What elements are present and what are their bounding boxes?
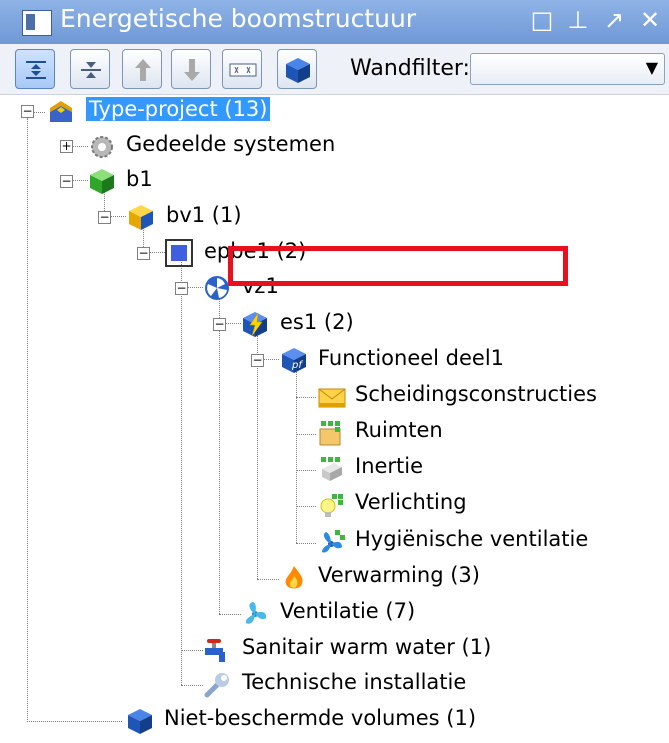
lightbulb-icon [320,494,343,517]
tree-item-bv1[interactable]: − bv1 (1) [0,201,669,235]
wall-filter-label: Wandfilter: [350,56,470,81]
maximize-icon[interactable]: □ [529,6,555,34]
tree-item-lighting[interactable]: Verlichting [0,488,669,522]
tree-item-label: Scheidingsconstructies [355,382,597,406]
pin-icon[interactable]: ⊥ [565,6,591,34]
collapse-toggle[interactable]: − [60,175,73,188]
tree-item-label: Gedeelde systemen [126,132,336,156]
tree-item-partitions[interactable]: Scheidingsconstructies [0,380,669,414]
title-bar: Energetische boomstructuur □ ⊥ ↗ ✕ [0,0,669,45]
energy-tree-panel: Energetische boomstructuur □ ⊥ ↗ ✕ Wandf… [0,0,669,743]
envelope-icon [318,388,346,408]
collapse-toggle[interactable]: − [137,247,150,260]
flame-icon [285,566,303,589]
tree-item-shared-systems[interactable]: + Gedeelde systemen [0,130,669,164]
blue-cube-icon [128,709,152,734]
collapse-toggle[interactable]: − [21,105,34,118]
tree-item-functional-part[interactable]: − pf Functioneel deel1 [0,344,669,378]
blue-cube-icon [286,58,310,83]
tree-item-label: Verlichting [355,490,467,514]
tree-item-heating[interactable]: Verwarming (3) [0,561,669,595]
project-icon [50,101,72,122]
faucet-icon [205,639,225,662]
hygienic-ventilation-icon [322,530,345,553]
expand-all-button[interactable] [15,49,55,89]
collapse-toggle[interactable]: − [213,318,226,331]
functional-part-icon: pf [282,348,306,373]
tree-item-label: Verwarming (3) [318,563,480,587]
epb-unit-icon [165,239,193,267]
tree-item-label: es1 (2) [280,310,354,334]
tree-item-es1[interactable]: − es1 (2) [0,308,669,342]
arrow-up-icon [135,59,151,81]
tree-item-label: bv1 (1) [166,203,242,227]
rename-icon [229,63,257,77]
tree-item-label: Sanitair warm water (1) [242,635,492,659]
collapse-toggle[interactable]: − [251,354,264,367]
tree-item-label: Technische installatie [242,670,467,694]
tree-item-label: Ventilatie (7) [280,599,416,623]
ventilation-zone-icon [205,276,229,300]
gear-icon [91,136,113,158]
arrow-down-icon [184,59,200,81]
collapse-toggle[interactable]: − [98,211,111,224]
wrench-icon [204,673,229,698]
rooms-icon [319,421,341,446]
tree-item-label: Type-project (13) [86,97,271,121]
inertia-icon [321,457,342,481]
close-icon[interactable]: ✕ [637,6,663,34]
tree-item-label: Functioneel deel1 [318,346,505,370]
tree-item-label: Hygiënische ventilatie [355,527,589,551]
expand-toggle[interactable]: + [60,140,73,153]
building-unit-icon [129,205,153,230]
float-icon[interactable]: ↗ [601,6,627,34]
move-down-button[interactable] [171,49,211,89]
move-up-button[interactable] [122,49,162,89]
green-cube-icon [90,169,114,194]
tree-item-inertia[interactable]: Inertie [0,452,669,486]
wall-filter-select[interactable]: ▼ [470,53,665,85]
tree-view: − Type-project (13) + Gedeelde systemen … [0,95,669,743]
collapse-toggle[interactable]: − [175,282,188,295]
tree-item-b1[interactable]: − b1 [0,165,669,199]
title-buttons: □ ⊥ ↗ ✕ [529,6,663,34]
tree-item-rooms[interactable]: Ruimten [0,416,669,450]
collapse-all-button[interactable] [70,49,110,89]
fan-icon [245,602,267,624]
svg-text:pf: pf [291,360,303,371]
tree-item-type-project[interactable]: − Type-project (13) [0,95,669,129]
tree-item-hygienic-ventilation[interactable]: Hygiënische ventilatie [0,525,669,559]
window-title: Energetische boomstructuur [60,4,417,33]
annotation-highlight-box [228,246,568,286]
tree-item-technical-installation[interactable]: Technische installatie [0,668,669,702]
tree-item-hot-water[interactable]: Sanitair warm water (1) [0,633,669,667]
tree-item-label: Niet-beschermde volumes (1) [164,706,477,730]
chevron-down-icon: ▼ [645,58,658,77]
tree-item-ventilation[interactable]: Ventilatie (7) [0,597,669,631]
volume-button[interactable] [277,49,317,89]
window-icon [22,10,52,36]
tree-item-label: b1 [126,167,153,191]
rename-button[interactable] [222,49,262,89]
expand-all-icon [26,61,46,79]
energy-sector-icon [243,312,267,337]
tree-item-label: Inertie [355,454,424,478]
tree-item-label: Ruimten [355,418,443,442]
collapse-all-icon [81,62,101,78]
tree-item-unprotected-volumes[interactable]: Niet-beschermde volumes (1) [0,704,669,738]
